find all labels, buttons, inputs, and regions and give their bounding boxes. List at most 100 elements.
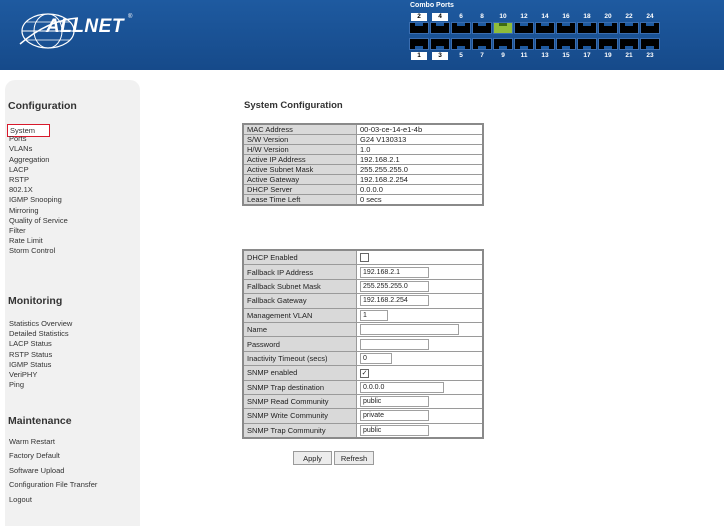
port-21-icon[interactable] <box>619 38 639 50</box>
inactivity-timeout-input[interactable]: 0 <box>360 352 392 364</box>
sidebar-item-mirroring[interactable]: Mirroring <box>9 206 39 215</box>
sidebar-item-factory-default[interactable]: Factory Default <box>9 451 60 460</box>
port-14-icon[interactable] <box>535 22 555 34</box>
sidebar-item-ping[interactable]: Ping <box>9 380 24 389</box>
table-row: MAC Address 00-03-ce-14-e1-4b <box>242 123 484 135</box>
port-number-label: 16 <box>562 13 570 20</box>
sidebar-item-software-upload[interactable]: Software Upload <box>9 466 64 475</box>
port-5-icon[interactable] <box>451 38 471 50</box>
table-row: SNMP Write Community private <box>242 408 484 424</box>
port-10-icon[interactable] <box>493 22 513 34</box>
sidebar-item-igmp-snooping[interactable]: IGMP Snooping <box>9 195 62 204</box>
snmp-read-community-label: SNMP Read Community <box>242 393 357 410</box>
sidebar-item-ports[interactable]: Ports <box>9 134 27 143</box>
sidebar-item-warm-restart[interactable]: Warm Restart <box>9 437 55 446</box>
port-7-icon[interactable] <box>472 38 492 50</box>
port-8-icon[interactable] <box>472 22 492 34</box>
port-number-label: 11 <box>520 52 528 59</box>
table-row: Active Subnet Mask 255.255.255.0 <box>242 164 484 175</box>
port-23-icon[interactable] <box>640 38 660 50</box>
table-row: Password <box>242 336 484 352</box>
table-row: Inactivity Timeout (secs) 0 <box>242 350 484 367</box>
port-6-icon[interactable] <box>451 22 471 34</box>
sidebar-item-detailed-statistics[interactable]: Detailed Statistics <box>9 329 69 338</box>
port-1-icon[interactable] <box>409 38 429 50</box>
sidebar-item-lacp[interactable]: LACP <box>9 165 29 174</box>
table-row: H/W Version 1.0 <box>242 144 484 155</box>
combo-ports-label: Combo Ports <box>410 2 454 9</box>
port-4-icon[interactable] <box>430 22 450 34</box>
table-row: DHCP Enabled <box>242 249 484 266</box>
dhcp-enabled-checkbox[interactable] <box>360 253 369 263</box>
port-number-label: 21 <box>625 52 633 59</box>
sidebar-item-rstp[interactable]: RSTP <box>9 175 29 184</box>
sidebar-item-lacp-status[interactable]: LACP Status <box>9 339 52 348</box>
sidebar-item-igmp-status[interactable]: IGMP Status <box>9 360 51 369</box>
port-19-icon[interactable] <box>598 38 618 50</box>
port-13-icon[interactable] <box>535 38 555 50</box>
snmp-write-community-input[interactable]: private <box>360 410 429 422</box>
info-value: 0.0.0.0 <box>356 184 484 195</box>
table-row: SNMP enabled ✓ <box>242 365 484 381</box>
sidebar-item-storm-control[interactable]: Storm Control <box>9 246 55 255</box>
port-18-icon[interactable] <box>577 22 597 34</box>
snmp-enabled-label: SNMP enabled <box>242 365 357 381</box>
port-20-icon[interactable] <box>598 22 618 34</box>
sidebar-item-rate-limit[interactable]: Rate Limit <box>9 236 43 245</box>
port-number-label: 8 <box>480 13 484 20</box>
sidebar-item-rstp-status[interactable]: RSTP Status <box>9 350 52 359</box>
snmp-trap-destination-input[interactable]: 0.0.0.0 <box>360 381 444 393</box>
table-row: Fallback IP Address 192.168.2.1 <box>242 264 484 280</box>
port-2-icon[interactable] <box>409 22 429 34</box>
password-input[interactable] <box>360 338 429 350</box>
sidebar-section-configuration: Configuration <box>8 100 77 112</box>
snmp-trap-community-input[interactable]: public <box>360 424 429 436</box>
apply-button[interactable]: Apply <box>293 451 332 465</box>
management-vlan-input[interactable]: 1 <box>360 309 388 321</box>
snmp-write-community-label: SNMP Write Community <box>242 408 357 424</box>
sidebar-item-configuration-file-transfer[interactable]: Configuration File Transfer <box>9 480 97 489</box>
sidebar-item-quality-of-service[interactable]: Quality of Service <box>9 216 68 225</box>
fallback-ip-input[interactable]: 192.168.2.1 <box>360 266 429 278</box>
info-value: G24 V130313 <box>356 134 484 145</box>
table-row: Fallback Subnet Mask 255.255.255.0 <box>242 278 484 295</box>
sidebar-item-veriphy[interactable]: VeriPHY <box>9 370 37 379</box>
port-12-icon[interactable] <box>514 22 534 34</box>
port-number-label: 17 <box>583 52 591 59</box>
port-number-label: 6 <box>459 13 463 20</box>
sidebar-item-filter[interactable]: Filter <box>9 226 26 235</box>
port-9-icon[interactable] <box>493 38 513 50</box>
snmp-enabled-checkbox[interactable]: ✓ <box>360 368 369 378</box>
refresh-button[interactable]: Refresh <box>334 451 374 465</box>
port-24-icon[interactable] <box>640 22 660 34</box>
table-row: Lease Time Left 0 secs <box>242 194 484 206</box>
brand-name: ALLNET <box>46 16 124 37</box>
header-banner: ALLNET ® Combo Ports 2 4 6 8 10 12 14 16 18 20 22 2… <box>0 0 724 70</box>
name-input[interactable] <box>360 324 459 336</box>
port-number-label: 10 <box>499 13 507 20</box>
port-16-icon[interactable] <box>556 22 576 34</box>
sidebar-item-vlans[interactable]: VLANs <box>9 144 32 153</box>
port-number-label: 5 <box>459 52 463 59</box>
sidebar-item-statistics-overview[interactable]: Statistics Overview <box>9 319 72 328</box>
info-label: Active IP Address <box>242 154 357 165</box>
info-label: H/W Version <box>242 144 357 155</box>
system-config-form: DHCP Enabled Fallback IP Address 192.168… <box>242 249 484 440</box>
port-17-icon[interactable] <box>577 38 597 50</box>
fallback-gateway-label: Fallback Gateway <box>242 293 357 309</box>
snmp-read-community-input[interactable]: public <box>360 396 429 408</box>
port-11-icon[interactable] <box>514 38 534 50</box>
port-number-label: 12 <box>520 13 528 20</box>
port-22-icon[interactable] <box>619 22 639 34</box>
port-15-icon[interactable] <box>556 38 576 50</box>
sidebar-item-logout[interactable]: Logout <box>9 495 32 504</box>
info-label: Lease Time Left <box>242 194 357 206</box>
sidebar-item-aggregation[interactable]: Aggregation <box>9 155 49 164</box>
info-value: 1.0 <box>356 144 484 155</box>
fallback-gateway-input[interactable]: 192.168.2.254 <box>360 295 429 307</box>
sidebar-item-802-1x[interactable]: 802.1X <box>9 185 33 194</box>
fallback-mask-input[interactable]: 255.255.255.0 <box>360 280 429 292</box>
port-3-icon[interactable] <box>430 38 450 50</box>
table-row: Management VLAN 1 <box>242 307 484 323</box>
table-row: DHCP Server 0.0.0.0 <box>242 184 484 195</box>
